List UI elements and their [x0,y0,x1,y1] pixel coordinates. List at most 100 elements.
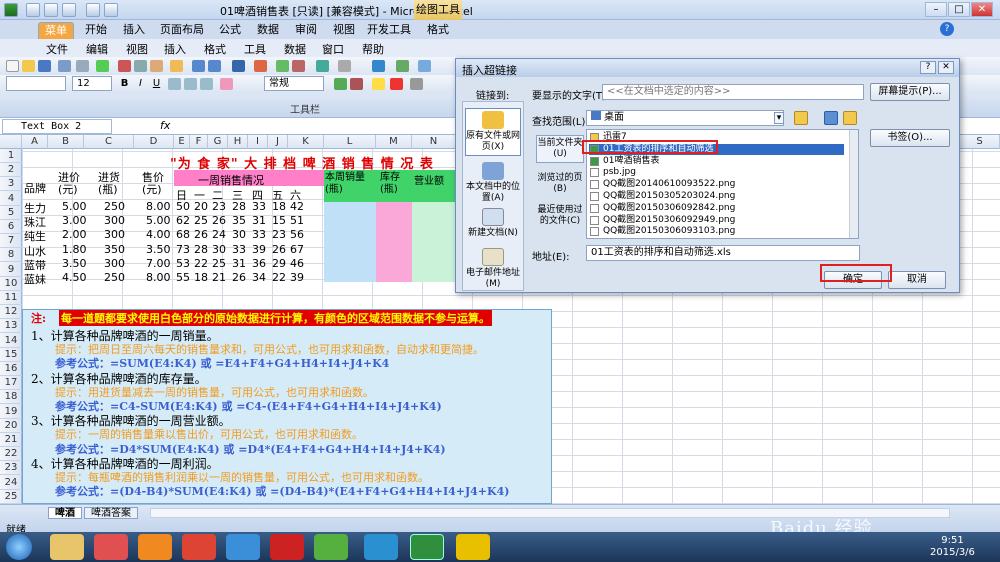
table-cell[interactable]: 20 [194,200,208,213]
link-existing-file[interactable]: 原有文件或网页(X) [465,108,521,156]
link-email[interactable]: 电子邮件地址(M) [465,248,521,290]
align-right-icon[interactable] [200,78,213,90]
table-cell[interactable]: 42 [290,200,304,213]
sogou-taskbar-icon[interactable] [456,534,490,560]
browse-file-icon[interactable] [843,111,857,125]
row-header[interactable]: 4 [0,192,22,206]
table-cell[interactable]: 23 [272,228,286,241]
row-header[interactable]: 2 [0,163,22,178]
table-cell[interactable]: 36 [252,257,266,270]
table-cell[interactable]: 18 [272,200,286,213]
table-cell[interactable]: 8.00 [146,271,171,284]
table-cell[interactable]: 300 [104,257,125,270]
app-taskbar-icon[interactable] [364,534,398,560]
media-player-taskbar-icon[interactable] [94,534,128,560]
start-button-icon[interactable] [6,534,32,560]
table-cell[interactable]: 23 [212,200,226,213]
save-icon[interactable] [26,3,40,17]
table-cell[interactable]: 7.00 [146,257,171,270]
table-cell[interactable]: 4.00 [146,228,171,241]
screen-tip-button[interactable]: 屏幕提示(P)... [870,83,950,101]
align-center-icon[interactable] [184,78,197,90]
table-cell[interactable]: 3.00 [62,214,87,227]
chart-icon[interactable] [316,60,329,72]
format-painter-icon[interactable] [170,60,183,72]
column-header[interactable]: K [288,135,324,149]
menu-file[interactable]: 文件 [46,41,68,57]
file-list-item[interactable]: 01工资表的排序和自动筛选 [589,143,844,155]
table-cell[interactable]: 1.80 [62,243,87,256]
copy-icon[interactable] [134,60,147,72]
table-cell[interactable]: 51 [290,214,304,227]
fill-color-icon[interactable] [372,78,385,90]
tab-page-layout[interactable]: 页面布局 [154,22,210,39]
style-select[interactable]: 常规 [264,76,324,91]
file-list[interactable]: 迅雷7 01工资表的排序和自动筛选 01啤酒销售表 psb.jpg QQ截图201406… [586,129,859,239]
cut-icon[interactable] [118,60,131,72]
tab-developer[interactable]: 开发工具 [364,22,414,39]
table-cell[interactable]: 15 [272,214,286,227]
underline-icon[interactable]: U [150,78,163,90]
table-cell[interactable]: 62 [176,214,190,227]
table-cell[interactable]: 55 [176,271,190,284]
column-header[interactable]: N [412,135,456,149]
row-header[interactable]: 7 [0,234,22,249]
menu-view[interactable]: 视图 [126,41,148,57]
table-cell[interactable]: 68 [176,228,190,241]
file-list-item[interactable]: QQ截图20150306093103.png [589,226,844,237]
table-cell[interactable]: 25 [194,214,208,227]
row-header[interactable]: 19 [0,405,22,419]
cancel-button[interactable]: 取消 [888,271,946,289]
merge-center-icon[interactable] [220,78,233,90]
sheet-tab-beer-answers[interactable]: 啤酒答案 [84,507,138,519]
undo-icon[interactable] [44,3,58,17]
table-cell[interactable]: 22 [272,271,286,284]
column-header[interactable]: B [48,135,84,149]
new-icon[interactable] [6,60,19,72]
browser-taskbar-icon[interactable] [138,534,172,560]
iqiyi-taskbar-icon[interactable] [314,534,348,560]
file-list-scrollbar[interactable] [849,130,858,238]
link-this-document[interactable]: 本文档中的位置(A) [465,162,521,204]
row-header[interactable]: 21 [0,433,22,447]
sort-icon[interactable] [396,60,409,72]
sheet-tab-beer[interactable]: 啤酒 [48,507,82,519]
tab-view[interactable]: 视图 [326,22,362,39]
row-header[interactable]: 18 [0,390,22,405]
table-cell[interactable]: 18 [194,271,208,284]
explorer-taskbar-icon[interactable] [50,534,84,560]
zoom-icon[interactable] [338,60,351,72]
close-button[interactable]: ✕ [971,2,993,17]
table-cell[interactable]: 22 [194,257,208,270]
table-cell[interactable]: 26 [212,214,226,227]
column-header[interactable]: D [134,135,174,149]
sort-desc-icon[interactable] [292,60,305,72]
table-cell[interactable]: 50 [176,200,190,213]
table-cell[interactable]: 5.00 [62,200,87,213]
table-cell[interactable]: 8.00 [146,200,171,213]
table-cell[interactable]: 4.50 [62,271,87,284]
row-header[interactable]: 11 [0,291,22,305]
table-cell[interactable]: 31 [232,257,246,270]
row-header[interactable]: 23 [0,461,22,476]
column-header[interactable]: L [324,135,376,149]
file-list-item[interactable]: QQ截图20150306092949.png [589,215,844,226]
bookmark-button[interactable]: 书签(O)... [870,129,950,147]
drawing-tools-context-tab[interactable]: 绘图工具 [414,0,462,20]
row-header[interactable]: 25 [0,490,22,504]
table-cell[interactable]: 26 [272,243,286,256]
column-header[interactable]: M [376,135,412,149]
table-cell[interactable]: 21 [212,271,226,284]
column-header[interactable]: H [228,135,248,149]
spelling-icon[interactable] [96,60,109,72]
menu-format[interactable]: 格式 [204,41,226,57]
menu-data[interactable]: 数据 [284,41,306,57]
table-cell[interactable]: 33 [252,200,266,213]
table-cell[interactable]: 46 [290,257,304,270]
table-cell[interactable]: 67 [290,243,304,256]
redo-toolbar-icon[interactable] [208,60,221,72]
column-header[interactable]: J [268,135,288,149]
row-header[interactable]: 15 [0,348,22,362]
redo-icon[interactable] [62,3,76,17]
print-icon[interactable] [58,60,71,72]
